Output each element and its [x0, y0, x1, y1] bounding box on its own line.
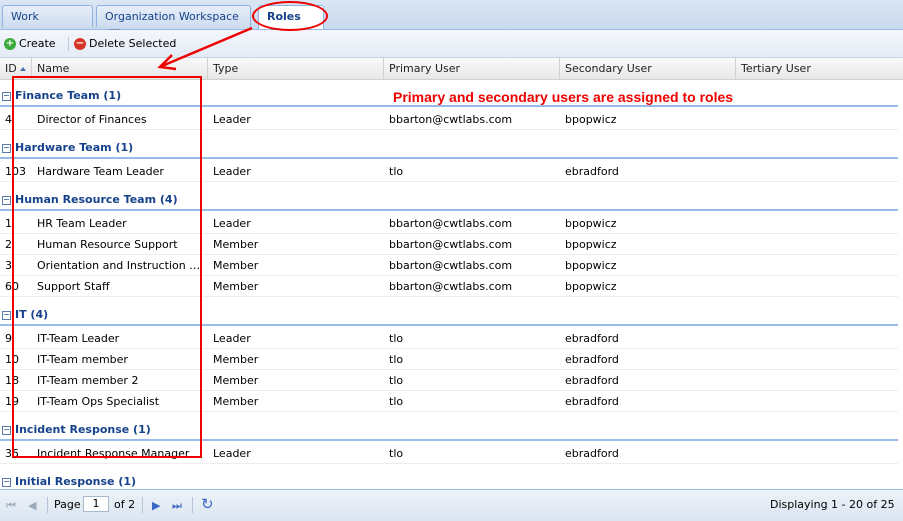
pager-separator	[192, 497, 193, 513]
toolbar-separator	[68, 37, 69, 51]
cell-secondary: bpopwicz	[565, 280, 617, 293]
create-label: Create	[19, 37, 56, 50]
tab-work-console[interactable]: Work Console	[2, 5, 93, 45]
cell-primary: tlo	[389, 447, 404, 460]
cell-primary: tlo	[389, 395, 404, 408]
cell-type: Member	[213, 374, 259, 387]
cell-tertiary	[741, 391, 891, 412]
cell-type: Leader	[213, 447, 251, 460]
column-name-label: Name	[37, 62, 70, 75]
cell-type: Leader	[213, 332, 251, 345]
collapse-icon[interactable]: −	[2, 92, 11, 101]
cell-secondary: bpopwicz	[565, 259, 617, 272]
cell-tertiary	[741, 328, 891, 349]
last-page-icon[interactable]: ⏭	[172, 499, 182, 513]
cell-secondary: ebradford	[565, 374, 619, 387]
refresh-icon[interactable]: ↻	[201, 495, 214, 513]
group-label: Initial Response (1)	[15, 475, 137, 488]
next-page-icon[interactable]: ▶	[152, 499, 160, 512]
cell-secondary: ebradford	[565, 353, 619, 366]
delete-icon: −	[74, 38, 86, 50]
first-page-icon[interactable]: ⏮	[6, 499, 16, 513]
create-button[interactable]: + Create	[4, 35, 56, 53]
cell-type: Member	[213, 259, 259, 272]
cell-tertiary	[741, 213, 891, 234]
cell-type: Member	[213, 238, 259, 251]
cell-secondary: bpopwicz	[565, 238, 617, 251]
cell-primary: tlo	[389, 165, 404, 178]
cell-tertiary	[741, 370, 891, 391]
cell-tertiary	[741, 109, 891, 130]
collapse-icon[interactable]: −	[2, 311, 11, 320]
cell-primary: bbarton@cwtlabs.com	[389, 259, 513, 272]
page-number-input[interactable]	[83, 496, 109, 512]
column-header-primary-user[interactable]: Primary User	[384, 58, 560, 79]
cell-tertiary	[741, 255, 891, 276]
column-header-tertiary-user[interactable]: Tertiary User	[736, 58, 903, 79]
previous-page-icon[interactable]: ◀	[28, 499, 36, 512]
display-info: Displaying 1 - 20 of 25	[770, 498, 895, 511]
page-label: Page	[54, 498, 81, 511]
cell-secondary: bpopwicz	[565, 113, 617, 126]
column-primary-label: Primary User	[389, 62, 461, 75]
cell-tertiary	[741, 234, 891, 255]
cell-type: Leader	[213, 165, 251, 178]
cell-secondary: ebradford	[565, 332, 619, 345]
column-secondary-label: Secondary User	[565, 62, 652, 75]
cell-secondary: ebradford	[565, 165, 619, 178]
cell-tertiary	[741, 161, 891, 182]
cell-type: Member	[213, 353, 259, 366]
cell-primary: tlo	[389, 353, 404, 366]
sort-ascending-icon	[19, 67, 26, 71]
cell-primary: tlo	[389, 332, 404, 345]
collapse-icon[interactable]: −	[2, 144, 11, 153]
annotation-tab-highlight	[252, 1, 328, 31]
toolbar: + Create − Delete Selected	[0, 30, 903, 58]
cell-secondary: ebradford	[565, 447, 619, 460]
cell-primary: bbarton@cwtlabs.com	[389, 113, 513, 126]
cell-primary: bbarton@cwtlabs.com	[389, 280, 513, 293]
cell-tertiary	[741, 443, 891, 464]
collapse-icon[interactable]: −	[2, 478, 11, 487]
cell-tertiary	[741, 349, 891, 370]
cell-primary: tlo	[389, 374, 404, 387]
cell-secondary: ebradford	[565, 395, 619, 408]
cell-type: Leader	[213, 217, 251, 230]
cell-type: Member	[213, 280, 259, 293]
annotation-highlight-box	[12, 76, 202, 458]
page-total-label: of 2	[114, 498, 136, 511]
add-icon: +	[4, 38, 16, 50]
collapse-icon[interactable]: −	[2, 426, 11, 435]
column-tertiary-label: Tertiary User	[741, 62, 811, 75]
annotation-text: Primary and secondary users are assigned…	[393, 89, 734, 105]
cell-type: Leader	[213, 113, 251, 126]
annotation-arrow-icon	[157, 26, 253, 71]
paging-toolbar: ⏮ ◀ Page of 2 ▶ ⏭ ↻ Displaying 1 - 20 of…	[0, 489, 903, 521]
cell-primary: bbarton@cwtlabs.com	[389, 238, 513, 251]
pager-separator	[142, 497, 143, 513]
collapse-icon[interactable]: −	[2, 196, 11, 205]
cell-primary: bbarton@cwtlabs.com	[389, 217, 513, 230]
column-id-label: ID	[5, 62, 17, 75]
cell-type: Member	[213, 395, 259, 408]
tab-bar: Work Console Organization Workspace× Rol…	[0, 0, 903, 45]
cell-tertiary	[741, 276, 891, 297]
column-header-secondary-user[interactable]: Secondary User	[560, 58, 736, 79]
cell-secondary: bpopwicz	[565, 217, 617, 230]
pager-separator	[47, 497, 48, 513]
